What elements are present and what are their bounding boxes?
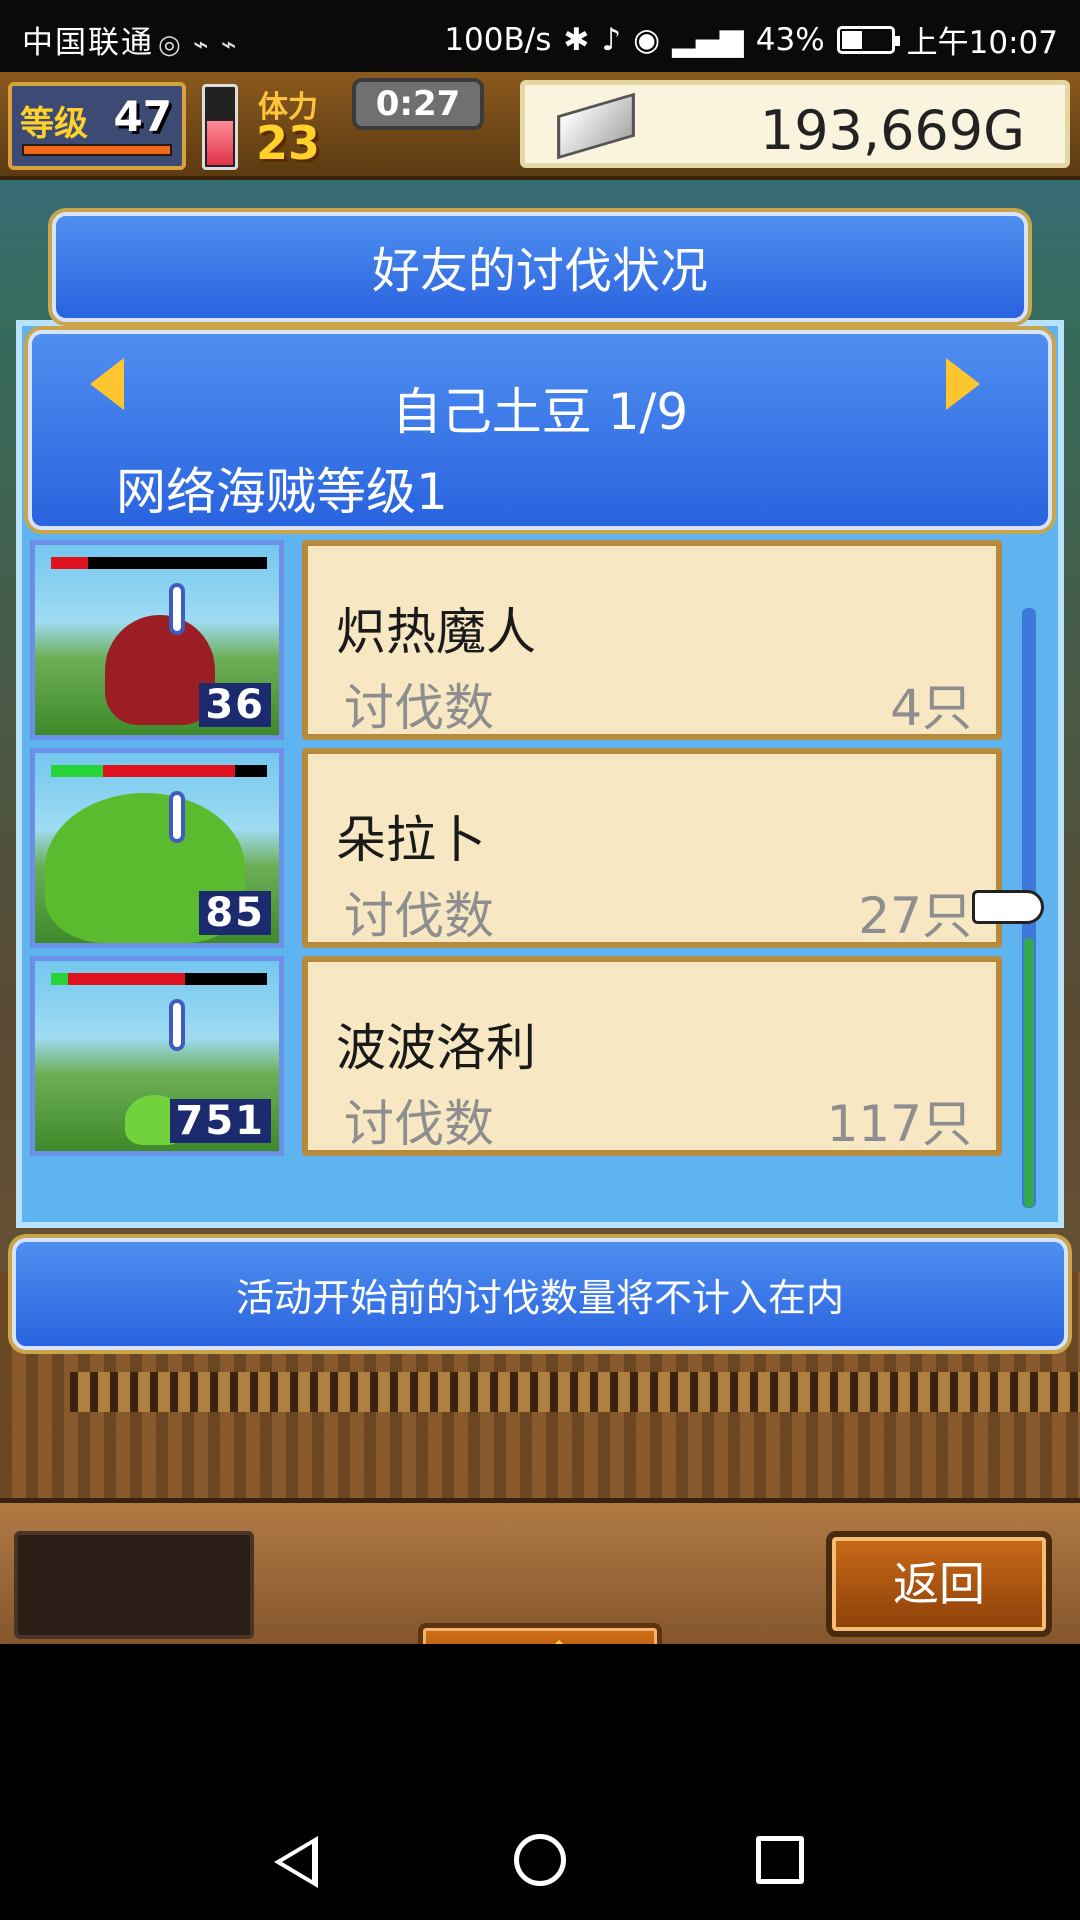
- level-label: 等级: [20, 104, 88, 144]
- monster-thumbnail: 85: [30, 748, 284, 948]
- exp-bar: [22, 144, 172, 156]
- list-item[interactable]: 751 波波洛利 讨伐数 117只: [30, 956, 1010, 1156]
- bottom-panel: 返回: [0, 1498, 1080, 1644]
- monster-level: 751: [169, 1099, 271, 1143]
- battery-icon: [836, 25, 900, 54]
- gold-panel: 193,669G: [520, 80, 1070, 168]
- status-bar: 中国联通 ◎ ⌁ ⌁ 100B/s ✱ ♪ ◉ ▂▄▆ 43% 上午10:07: [0, 0, 1080, 72]
- nav-recents-icon[interactable]: [756, 1836, 804, 1884]
- gold-amount: 193,669G: [759, 99, 1025, 162]
- mute-icon: ♪: [601, 21, 622, 58]
- dialog-title: 好友的讨伐状况: [371, 243, 708, 299]
- notification-icons: ◎ ⌁ ⌁: [158, 30, 239, 60]
- hp-bar: [51, 765, 267, 777]
- friend-header: 自己土豆 1/9 网络海贼等级1: [28, 330, 1052, 530]
- game-screen: 等级 47 体力 23 0:27 193,669G 好友的讨伐状况 自己土豆 1…: [0, 72, 1080, 1644]
- exclamation-icon: [169, 999, 185, 1051]
- exclamation-icon: [169, 791, 185, 843]
- eye-icon: ◉: [633, 21, 661, 58]
- net-speed: 100B/s: [444, 21, 552, 58]
- hp-bar: [51, 557, 267, 569]
- nav-back-icon[interactable]: [274, 1836, 318, 1888]
- silver-coin-icon: [557, 92, 635, 160]
- monster-name: 炽热魔人: [336, 603, 536, 661]
- kill-count: 27只: [858, 887, 972, 945]
- exclamation-icon: [169, 583, 185, 635]
- bluetooth-icon: ✱: [563, 21, 590, 58]
- event-level: 网络海贼等级1: [116, 463, 448, 521]
- monster-card: 朵拉卜 讨伐数 27只: [302, 748, 1002, 948]
- level-value: 47: [113, 92, 172, 141]
- friend-name: 自己土豆 1/9: [391, 383, 689, 441]
- expand-menu-button[interactable]: [418, 1623, 662, 1644]
- monster-level: 85: [199, 891, 271, 935]
- kill-label: 讨伐数: [344, 1095, 494, 1153]
- stamina-value: 23: [256, 116, 321, 170]
- pointing-hand-icon: [972, 890, 1044, 924]
- back-button[interactable]: 返回: [826, 1531, 1052, 1637]
- right-arrow-icon[interactable]: [946, 358, 980, 410]
- kill-count: 117只: [826, 1095, 972, 1153]
- hp-bar: [51, 973, 267, 985]
- kill-label: 讨伐数: [344, 887, 494, 945]
- monster-name: 波波洛利: [336, 1019, 536, 1077]
- monster-card: 炽热魔人 讨伐数 4只: [302, 540, 1002, 740]
- stamina-gauge: [202, 84, 238, 170]
- empty-slot: [14, 1531, 254, 1639]
- notice-bar: 活动开始前的讨伐数量将不计入在内: [12, 1238, 1068, 1350]
- kill-label: 讨伐数: [344, 679, 494, 737]
- clock: 上午10:07: [906, 25, 1058, 61]
- nav-home-icon[interactable]: [514, 1834, 566, 1886]
- level-panel: 等级 47: [8, 82, 186, 170]
- monster-name: 朵拉卜: [336, 811, 486, 869]
- carrier-name: 中国联通: [22, 25, 154, 61]
- list-item[interactable]: 85 朵拉卜 讨伐数 27只: [30, 748, 1010, 948]
- monster-thumbnail: 36: [30, 540, 284, 740]
- ship-railing: [70, 1372, 1080, 1412]
- signal-icon: ▂▄▆: [672, 21, 744, 58]
- timer: 0:27: [352, 78, 484, 130]
- dialog-title-bar: 好友的讨伐状况: [52, 212, 1028, 322]
- notice-text: 活动开始前的讨伐数量将不计入在内: [235, 1276, 844, 1320]
- battery-percent: 43%: [755, 21, 825, 58]
- monster-level: 36: [199, 683, 271, 727]
- monster-thumbnail: 751: [30, 956, 284, 1156]
- left-arrow-icon[interactable]: [90, 358, 124, 410]
- list-item[interactable]: 36 炽热魔人 讨伐数 4只: [30, 540, 1010, 740]
- kill-count: 4只: [890, 679, 972, 737]
- top-hud: 等级 47 体力 23 0:27 193,669G: [0, 72, 1080, 180]
- monster-card: 波波洛利 讨伐数 117只: [302, 956, 1002, 1156]
